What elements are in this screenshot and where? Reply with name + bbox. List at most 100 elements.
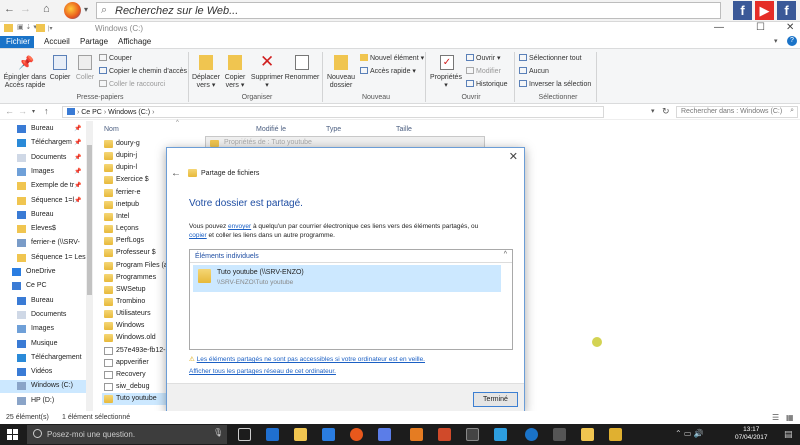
history-button[interactable]: Historique (466, 80, 508, 89)
sidebar-item[interactable]: Musique (0, 338, 86, 351)
microphone-icon[interactable]: 🎙 (213, 428, 223, 437)
pin-quick-access-button[interactable]: Épingler dans Accès rapide (2, 74, 48, 90)
show-all-shares-link[interactable]: Afficher tous les partages réseau de cet… (189, 368, 336, 375)
tab-partage[interactable]: Partage (74, 36, 114, 48)
recent-locations-chevron-icon[interactable]: ▾ (32, 108, 35, 115)
close-button[interactable]: ✕ (786, 22, 794, 33)
facebook-icon[interactable]: f (777, 1, 796, 20)
select-none-button[interactable]: Aucun (519, 67, 549, 76)
minimize-button[interactable]: — (714, 22, 724, 33)
web-search-input[interactable]: ⌕ Recherchez sur le Web... (96, 2, 721, 19)
tab-affichage[interactable]: Affichage (112, 36, 157, 48)
sidebar-item[interactable]: Téléchargement (0, 352, 86, 365)
sidebar-item[interactable]: HP (D:) (0, 395, 86, 408)
sidebar-item[interactable]: Bureau 📌 (0, 123, 86, 136)
windows-start-icon[interactable] (7, 429, 18, 440)
cortana-search-input[interactable]: Posez-moi une question. 🎙 (27, 425, 227, 444)
file-explorer-icon[interactable] (294, 428, 307, 441)
sidebar-item[interactable]: Ce PC (0, 280, 86, 293)
send-email-link[interactable]: envoyer (228, 223, 251, 230)
sidebar-item[interactable]: Images 📌 (0, 166, 86, 179)
back-arrow-icon[interactable]: ← (5, 106, 14, 116)
new-item-button[interactable]: Nouvel élément ▾ (360, 54, 424, 63)
app-icon[interactable] (553, 428, 566, 441)
invert-selection-button[interactable]: Inverser la sélection (519, 80, 591, 89)
breadcrumb-drive[interactable]: Windows (C:) (108, 109, 150, 116)
firefox-icon[interactable] (64, 2, 81, 19)
address-dropdown-icon[interactable]: ▾ (651, 107, 655, 115)
done-button[interactable]: Terminé (473, 392, 518, 407)
collapse-chevron-icon[interactable]: ^ (504, 251, 507, 258)
copy-to-button[interactable]: Copier vers ▾ (221, 74, 249, 90)
tab-accueil[interactable]: Accueil (38, 36, 76, 48)
new-folder-button[interactable]: Nouveau dossier (324, 74, 358, 90)
app-icon[interactable] (466, 428, 479, 441)
cut-button[interactable]: Couper (99, 54, 132, 63)
move-to-button[interactable]: Déplacer vers ▾ (191, 74, 221, 90)
open-button[interactable]: Ouvrir ▾ (466, 54, 501, 63)
chevron-down-icon[interactable]: ▾ (84, 5, 88, 14)
maximize-button[interactable]: ☐ (756, 22, 765, 33)
taskbar-clock[interactable]: 13:17 07/04/2017 (735, 426, 768, 442)
facebook-icon[interactable]: f (733, 1, 752, 20)
details-view-icon[interactable]: ☰ (772, 413, 779, 422)
app-icon[interactable] (525, 428, 538, 441)
sidebar-item[interactable]: Bureau (0, 209, 86, 222)
quick-access-toolbar-icon[interactable]: ▣ ⇣ ▾ (17, 23, 37, 31)
select-all-button[interactable]: Sélectionner tout (519, 54, 582, 63)
sleep-warning-link[interactable]: Les éléments partagés ne sont pas access… (197, 356, 425, 363)
edge-icon[interactable] (266, 428, 279, 441)
paste-shortcut-button[interactable]: Coller le raccourci (99, 80, 165, 89)
folder-search-input[interactable]: Rechercher dans : Windows (C:) ⌕ (676, 106, 798, 118)
sidebar-item[interactable]: Téléchargem 📌 (0, 137, 86, 150)
sidebar-item[interactable]: Documents (0, 309, 86, 322)
column-header-size[interactable]: Taille (396, 126, 412, 133)
chevron-down-icon[interactable]: |▾ (48, 25, 53, 32)
modify-button[interactable]: Modifier (466, 67, 501, 76)
column-header-modified[interactable]: Modifié le (256, 126, 286, 133)
app-icon[interactable] (581, 428, 594, 441)
copy-link[interactable]: copier (189, 232, 207, 239)
copy-path-button[interactable]: Copier le chemin d'accès (99, 67, 187, 76)
nav-scrollbar-thumb[interactable] (87, 145, 92, 295)
sidebar-item[interactable]: Vidéos (0, 366, 86, 379)
app-icon[interactable] (438, 428, 451, 441)
refresh-icon[interactable]: ↻ (662, 106, 670, 117)
breadcrumb-pc[interactable]: Ce PC (81, 109, 102, 116)
app-icon[interactable] (609, 428, 622, 441)
sidebar-item[interactable]: Séquence 1= Les (0, 252, 86, 265)
quick-access-button[interactable]: Accès rapide ▾ (360, 67, 416, 76)
chevron-down-icon[interactable]: ▾ (774, 37, 778, 45)
app-icon[interactable] (410, 428, 423, 441)
delete-button[interactable]: Supprimer ▾ (250, 74, 284, 90)
sidebar-item[interactable]: Eleves$ (0, 223, 86, 236)
sidebar-item[interactable]: OneDrive (0, 266, 86, 279)
sidebar-item[interactable]: Windows (C:) (0, 380, 86, 394)
sidebar-item[interactable]: Séquence 1=l 📌 (0, 195, 86, 208)
properties-button[interactable]: Propriétés ▾ (428, 74, 464, 90)
sidebar-item[interactable]: Bureau (0, 295, 86, 308)
address-path-input[interactable]: › Ce PC › Windows (C:) › (62, 106, 604, 118)
sidebar-item[interactable]: ferrier-e (\\SRV- (0, 237, 86, 250)
up-arrow-icon[interactable]: ↑ (44, 106, 49, 116)
forward-arrow-icon[interactable]: → (18, 106, 27, 116)
app-icon[interactable] (378, 428, 391, 441)
forward-arrow-icon[interactable]: → (20, 3, 31, 15)
column-header-type[interactable]: Type (326, 126, 341, 133)
back-arrow-icon[interactable]: ← (171, 168, 181, 179)
close-icon[interactable]: ✕ (509, 150, 518, 163)
shared-item[interactable]: Tuto youtube (\\SRV-ENZO) \\SRV-ENZO\Tut… (193, 265, 501, 292)
app-icon[interactable] (494, 428, 507, 441)
copy-button[interactable]: Copier (48, 74, 72, 82)
firefox-taskbar-icon[interactable] (350, 428, 363, 441)
paste-button[interactable]: Coller (74, 74, 96, 82)
rename-button[interactable]: Renommer (284, 74, 320, 82)
store-icon[interactable] (322, 428, 335, 441)
column-header-name[interactable]: Nom (104, 126, 119, 133)
back-arrow-icon[interactable]: ← (4, 3, 15, 15)
tab-fichier[interactable]: Fichier (0, 36, 34, 48)
task-view-icon[interactable] (238, 428, 251, 441)
sidebar-item[interactable]: Images (0, 323, 86, 336)
sidebar-item[interactable]: Exemple de tr 📌 (0, 180, 86, 193)
sidebar-item[interactable]: Documents 📌 (0, 152, 86, 165)
